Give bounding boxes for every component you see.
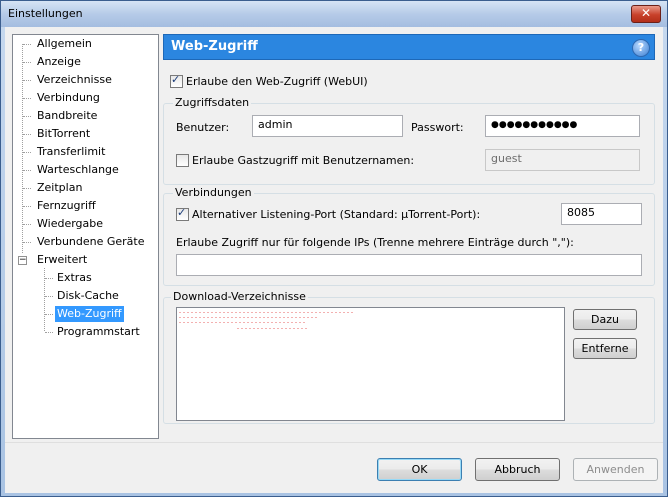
sidebar-item-wiedergabe[interactable]: Wiedergabe: [35, 216, 105, 232]
sidebar-item-programmstart[interactable]: Programmstart: [55, 324, 142, 340]
apply-button[interactable]: Anwenden: [573, 458, 658, 481]
sidebar-item-allgemein[interactable]: Allgemein: [35, 36, 94, 52]
alt-port-checkbox[interactable]: [176, 206, 189, 221]
webui-enable-label: Erlaube den Web-Zugriff (WebUI): [186, 75, 368, 88]
sidebar-item-label: Verbindung: [37, 91, 100, 104]
button-bar: OK Abbruch Anwenden: [5, 442, 663, 493]
guest-access-checkbox[interactable]: [176, 154, 189, 167]
sidebar-item-label: Zeitplan: [37, 181, 83, 194]
user-label: Benutzer:: [176, 121, 230, 134]
settings-tree: Allgemein Anzeige Verzeichnisse Verbindu…: [12, 34, 159, 439]
sidebar-item-fernzugriff[interactable]: Fernzugriff: [35, 198, 98, 214]
ip-restriction-label: Erlaube Zugriff nur für folgende IPs (Tr…: [176, 236, 574, 249]
sidebar-item-label: Verzeichnisse: [37, 73, 112, 86]
close-icon: ✕: [640, 6, 652, 20]
alt-port-field[interactable]: 8085: [561, 203, 642, 225]
dialog-client: Allgemein Anzeige Verzeichnisse Verbindu…: [5, 27, 663, 493]
sidebar-item-label: Extras: [57, 271, 92, 284]
help-icon[interactable]: ?: [632, 39, 650, 57]
sidebar-item-label: Web-Zugriff: [57, 307, 122, 320]
sidebar-item-label: Allgemein: [37, 37, 92, 50]
sidebar-item-warteschlange[interactable]: Warteschlange: [35, 162, 121, 178]
guest-username-field[interactable]: guest: [485, 149, 640, 171]
remove-dir-button[interactable]: Entferne: [573, 338, 637, 359]
alt-port-label: Alternativer Listening-Port (Standard: µ…: [192, 208, 481, 221]
ip-restriction-field[interactable]: [176, 254, 642, 276]
redacted-entry: [179, 322, 305, 323]
title-bar[interactable]: Einstellungen ✕: [1, 1, 667, 27]
access-group-caption: Zugriffsdaten: [173, 96, 252, 109]
sidebar-item-bandbreite[interactable]: Bandbreite: [35, 108, 99, 124]
download-dirs-list[interactable]: [176, 307, 565, 421]
sidebar-item-extras[interactable]: Extras: [55, 270, 94, 286]
sidebar-item-label: Verbundene Geräte: [37, 235, 145, 248]
sidebar-item-label: Fernzugriff: [37, 199, 96, 212]
close-button[interactable]: ✕: [631, 5, 661, 23]
cancel-button[interactable]: Abbruch: [475, 458, 560, 481]
sidebar-item-label: Anzeige: [37, 55, 81, 68]
page-header: Web-Zugriff ?: [163, 34, 655, 60]
user-field[interactable]: admin: [252, 115, 403, 137]
redacted-entry: [179, 312, 355, 313]
collapse-icon[interactable]: −: [18, 256, 27, 265]
sidebar-item-bittorrent[interactable]: BitTorrent: [35, 126, 92, 142]
sidebar-item-label: Programmstart: [57, 325, 140, 338]
window-title: Einstellungen: [8, 7, 83, 20]
add-dir-button[interactable]: Dazu: [573, 309, 637, 330]
sidebar-item-verbundene-geraete[interactable]: Verbundene Geräte: [35, 234, 147, 250]
sidebar-item-label: Erweitert: [37, 253, 88, 266]
sidebar-item-label: Bandbreite: [37, 109, 98, 122]
webui-enable-checkbox[interactable]: [170, 73, 183, 88]
sidebar-item-verzeichnisse[interactable]: Verzeichnisse: [35, 72, 114, 88]
downloads-group-caption: Download-Verzeichnisse: [171, 290, 308, 303]
password-label: Passwort:: [411, 121, 464, 134]
password-field[interactable]: ●●●●●●●●●●●: [485, 115, 640, 137]
guest-access-label: Erlaube Gastzugriff mit Benutzernamen:: [192, 154, 415, 167]
sidebar-item-label: Transferlimit: [37, 145, 106, 158]
sidebar-item-anzeige[interactable]: Anzeige: [35, 54, 83, 70]
sidebar-item-web-zugriff[interactable]: Web-Zugriff: [55, 306, 124, 322]
sidebar-item-transferlimit[interactable]: Transferlimit: [35, 144, 107, 160]
sidebar-item-label: Warteschlange: [37, 163, 119, 176]
sidebar-item-label: Disk-Cache: [57, 289, 119, 302]
sidebar-item-zeitplan[interactable]: Zeitplan: [35, 180, 84, 196]
settings-window: Einstellungen ✕ Allgemein Anzeige Verzei…: [0, 0, 668, 497]
ok-button[interactable]: OK: [377, 458, 462, 481]
sidebar-item-disk-cache[interactable]: Disk-Cache: [55, 288, 121, 304]
sidebar-item-label: BitTorrent: [37, 127, 91, 140]
sidebar-item-erweitert[interactable]: Erweitert: [35, 252, 89, 268]
page-title: Web-Zugriff: [171, 39, 258, 54]
connections-group-caption: Verbindungen: [173, 186, 254, 199]
sidebar-item-verbindung[interactable]: Verbindung: [35, 90, 102, 106]
sidebar-item-label: Wiedergabe: [37, 217, 104, 230]
redacted-entry: [179, 317, 319, 318]
redacted-entry: [237, 328, 307, 329]
